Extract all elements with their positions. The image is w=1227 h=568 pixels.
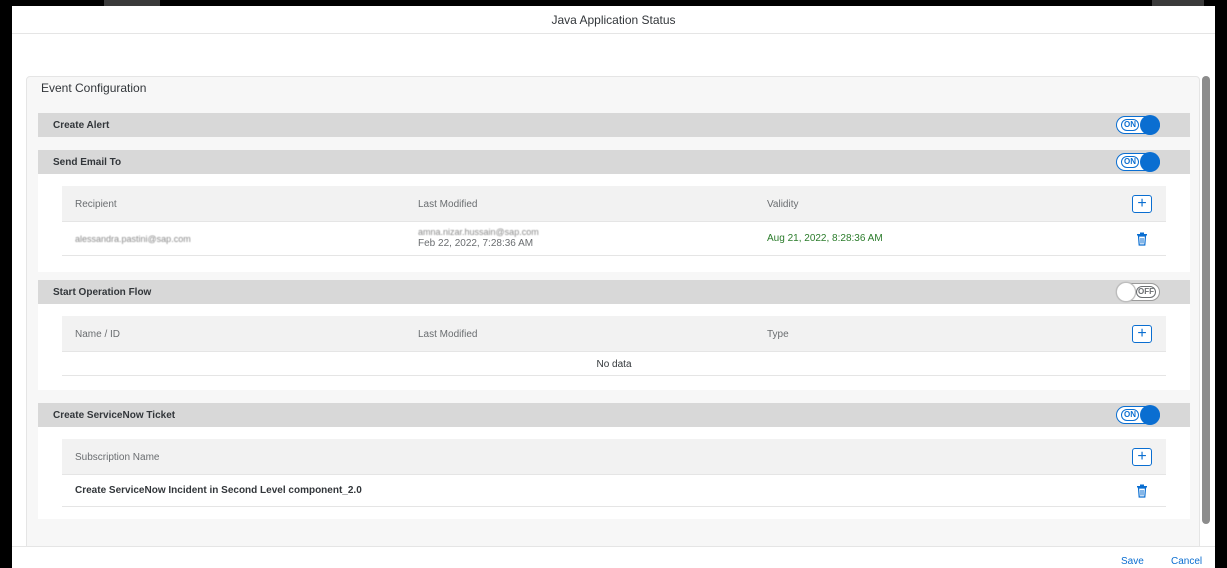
trash-icon[interactable]: [1136, 484, 1148, 498]
trash-icon[interactable]: [1136, 232, 1148, 246]
plus-icon: +: [1137, 195, 1147, 212]
dialog-title: Java Application Status: [551, 12, 676, 27]
toggle-knob: [1140, 115, 1160, 135]
section-title: Create ServiceNow Ticket: [53, 409, 176, 421]
add-operation-flow-button[interactable]: +: [1132, 325, 1152, 343]
create-alert-toggle[interactable]: ON: [1116, 115, 1160, 135]
subscription-name: Create ServiceNow Incident in Second Lev…: [75, 485, 362, 496]
column-header-name-id: Name / ID: [75, 329, 121, 340]
section-title: Start Operation Flow: [53, 286, 152, 298]
recipient-email: alessandra.pastini@sap.com: [75, 234, 191, 244]
section-servicenow-body: Subscription Name + Create ServiceNow In…: [38, 427, 1190, 519]
email-table-header: Recipient Last Modified Validity +: [62, 186, 1166, 222]
start-operation-flow-toggle[interactable]: OFF: [1116, 282, 1160, 302]
toggle-label: ON: [1121, 119, 1139, 131]
section-create-alert-header: Create Alert ON: [38, 113, 1190, 137]
no-data-text: No data: [596, 359, 632, 370]
section-send-email-header: Send Email To ON: [38, 150, 1190, 174]
dialog-header: Java Application Status: [12, 6, 1215, 34]
column-header-last-modified: Last Modified: [418, 199, 478, 210]
send-email-toggle[interactable]: ON: [1116, 152, 1160, 172]
table-row[interactable]: Create ServiceNow Incident in Second Lev…: [62, 475, 1166, 507]
dialog-footer: Save Cancel: [12, 546, 1215, 568]
modified-at: Feb 22, 2022, 7:28:36 AM: [418, 238, 534, 249]
column-header-recipient: Recipient: [75, 199, 117, 210]
section-title: Send Email To: [53, 156, 122, 168]
cancel-button[interactable]: Cancel: [1171, 556, 1202, 567]
section-start-operation-flow-body: Name / ID Last Modified Type + No data: [38, 304, 1190, 390]
toggle-knob: [1140, 152, 1160, 172]
no-data-row: No data: [62, 352, 1166, 376]
toggle-label: ON: [1121, 156, 1139, 168]
section-servicenow-header: Create ServiceNow Ticket ON: [38, 403, 1190, 427]
plus-icon: +: [1137, 325, 1147, 342]
table-row[interactable]: alessandra.pastini@sap.com amna.nizar.hu…: [62, 222, 1166, 256]
column-header-validity: Validity: [767, 199, 799, 210]
modified-by: amna.nizar.hussain@sap.com: [418, 227, 539, 237]
toggle-knob: [1140, 405, 1160, 425]
save-button[interactable]: Save: [1121, 556, 1144, 567]
plus-icon: +: [1137, 448, 1147, 465]
panel-title: Event Configuration: [41, 81, 147, 95]
column-header-type: Type: [767, 329, 789, 340]
vertical-scrollbar[interactable]: [1202, 76, 1210, 524]
add-subscription-button[interactable]: +: [1132, 448, 1152, 466]
servicenow-toggle[interactable]: ON: [1116, 405, 1160, 425]
flow-table-header: Name / ID Last Modified Type +: [62, 316, 1166, 352]
java-application-status-dialog: Java Application Status Event Configurat…: [12, 6, 1215, 568]
section-start-operation-flow-header: Start Operation Flow OFF: [38, 280, 1190, 304]
servicenow-table-header: Subscription Name +: [62, 439, 1166, 475]
column-header-subscription-name: Subscription Name: [75, 452, 160, 463]
toggle-label: ON: [1121, 409, 1139, 421]
validity-date: Aug 21, 2022, 8:28:36 AM: [767, 233, 883, 244]
toggle-knob: [1116, 282, 1136, 302]
toggle-label: OFF: [1136, 286, 1156, 298]
column-header-last-modified: Last Modified: [418, 329, 478, 340]
section-title: Create Alert: [53, 119, 110, 131]
add-recipient-button[interactable]: +: [1132, 195, 1152, 213]
section-send-email-body: Recipient Last Modified Validity + aless…: [38, 174, 1190, 272]
